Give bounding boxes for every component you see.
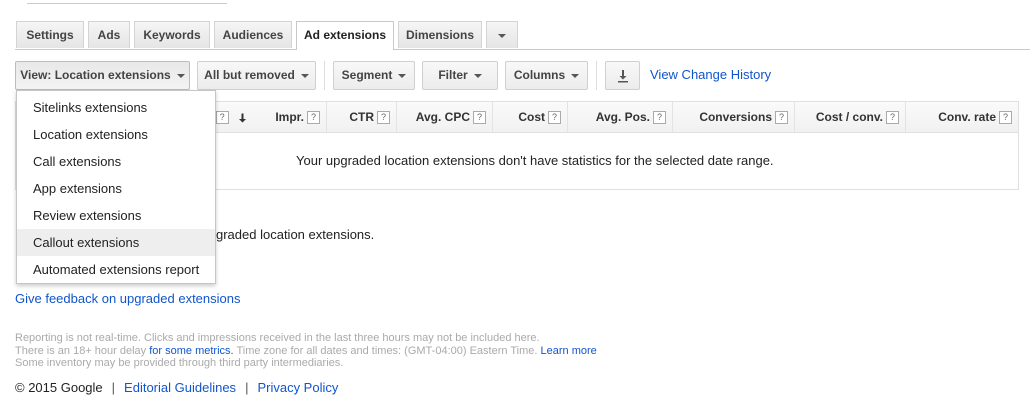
menu-item-call-extensions[interactable]: Call extensions bbox=[17, 148, 215, 175]
column-header-avg-pos[interactable]: Avg. Pos.? bbox=[568, 102, 673, 132]
help-icon[interactable]: ? bbox=[548, 111, 561, 125]
column-header-avg-cpc[interactable]: Avg. CPC? bbox=[397, 102, 493, 132]
columns-label: Columns bbox=[513, 68, 566, 82]
sort-arrow-down-icon bbox=[239, 113, 246, 123]
tab-ad-extensions[interactable]: Ad extensions bbox=[296, 21, 394, 50]
feedback-link[interactable]: Give feedback on upgraded extensions bbox=[15, 291, 241, 306]
privacy-policy-link[interactable]: Privacy Policy bbox=[257, 380, 338, 395]
column-header-cost-per-conv[interactable]: Cost / conv.? bbox=[795, 102, 906, 132]
menu-item-review-extensions[interactable]: Review extensions bbox=[17, 202, 215, 229]
column-header-label: CTR bbox=[349, 110, 374, 124]
filter-button[interactable]: Filter bbox=[422, 61, 498, 90]
chevron-down-icon bbox=[398, 73, 407, 78]
column-header-label: Cost / conv. bbox=[815, 110, 883, 124]
column-header-label: Conv. rate bbox=[938, 110, 996, 124]
delay-note: There is an 18+ hour delay for some metr… bbox=[15, 345, 597, 357]
view-dropdown-label: View: Location extensions bbox=[20, 68, 171, 82]
chevron-down-icon bbox=[473, 73, 482, 78]
some-metrics-link[interactable]: for some metrics. bbox=[149, 345, 233, 357]
sort-indicator[interactable]: ? bbox=[211, 102, 253, 132]
help-icon[interactable]: ? bbox=[886, 111, 899, 125]
help-icon[interactable]: ? bbox=[775, 111, 788, 125]
help-icon[interactable]: ? bbox=[215, 111, 229, 125]
column-header-conversions[interactable]: Conversions? bbox=[673, 102, 795, 132]
segment-button[interactable]: Segment bbox=[333, 61, 415, 90]
editorial-guidelines-link[interactable]: Editorial Guidelines bbox=[124, 380, 236, 395]
status-filter-label: All but removed bbox=[204, 68, 295, 82]
column-header-conv-rate[interactable]: Conv. rate? bbox=[906, 102, 1018, 132]
tab-dimensions[interactable]: Dimensions bbox=[398, 21, 482, 48]
columns-button[interactable]: Columns bbox=[505, 61, 588, 90]
copyright-text: © 2015 Google bbox=[15, 380, 103, 395]
footer-separator: | bbox=[111, 380, 116, 395]
menu-item-app-extensions[interactable]: App extensions bbox=[17, 175, 215, 202]
help-icon[interactable]: ? bbox=[653, 111, 666, 125]
tab-settings[interactable]: Settings bbox=[16, 21, 84, 48]
segment-label: Segment bbox=[341, 68, 393, 82]
download-icon bbox=[617, 69, 628, 83]
menu-item-location-extensions[interactable]: Location extensions bbox=[17, 121, 215, 148]
timezone-note-text: Time zone for all dates and times: (GMT-… bbox=[233, 345, 541, 357]
tab-audiences[interactable]: Audiences bbox=[214, 21, 292, 48]
reporting-note: Reporting is not real-time. Clicks and i… bbox=[15, 332, 540, 344]
tab-bar: Settings Ads Keywords Audiences Ad exten… bbox=[15, 21, 1030, 50]
help-icon[interactable]: ? bbox=[307, 111, 320, 125]
column-header-ctr[interactable]: CTR? bbox=[327, 102, 397, 132]
top-divider bbox=[27, 0, 227, 4]
inventory-note: Some inventory may be provided through t… bbox=[15, 357, 344, 369]
page-footer: © 2015 Google | Editorial Guidelines | Priva… bbox=[15, 380, 338, 395]
help-icon[interactable]: ? bbox=[377, 111, 390, 125]
view-change-history-link[interactable]: View Change History bbox=[650, 67, 771, 82]
chevron-down-icon bbox=[571, 73, 580, 78]
tab-more-dropdown[interactable] bbox=[486, 21, 518, 48]
column-header-label: Conversions bbox=[699, 110, 772, 124]
filter-label: Filter bbox=[438, 68, 468, 82]
column-header-cost[interactable]: Cost? bbox=[493, 102, 568, 132]
menu-item-callout-extensions[interactable]: Callout extensions bbox=[17, 229, 215, 256]
toolbar-divider bbox=[596, 61, 597, 90]
column-header-label: Avg. Pos. bbox=[595, 110, 650, 124]
column-header-label: Impr. bbox=[275, 110, 304, 124]
chevron-down-icon bbox=[300, 73, 309, 78]
column-header-label: Cost bbox=[518, 110, 545, 124]
tab-ads[interactable]: Ads bbox=[88, 21, 130, 48]
download-button[interactable] bbox=[605, 61, 640, 90]
column-header-label: Avg. CPC bbox=[415, 110, 470, 124]
tab-keywords[interactable]: Keywords bbox=[134, 21, 210, 48]
menu-item-automated-extensions-report[interactable]: Automated extensions report bbox=[17, 256, 215, 283]
view-dropdown-button[interactable]: View: Location extensions bbox=[15, 61, 190, 90]
upgrade-notice-text: graded location extensions. bbox=[216, 227, 375, 242]
help-icon[interactable]: ? bbox=[473, 111, 486, 125]
learn-more-link[interactable]: Learn more bbox=[541, 345, 597, 357]
chevron-down-icon bbox=[498, 33, 506, 38]
footer-separator: | bbox=[245, 380, 249, 395]
toolbar-divider bbox=[324, 61, 325, 90]
status-filter-button[interactable]: All but removed bbox=[197, 61, 316, 90]
help-icon[interactable]: ? bbox=[999, 111, 1012, 125]
view-dropdown-menu: Sitelinks extensions Location extensions… bbox=[16, 90, 216, 284]
menu-item-sitelinks-extensions[interactable]: Sitelinks extensions bbox=[17, 94, 215, 121]
column-header-impr[interactable]: Impr.? bbox=[253, 102, 327, 132]
delay-note-text: There is an 18+ hour delay bbox=[15, 345, 150, 357]
chevron-down-icon bbox=[176, 73, 185, 78]
